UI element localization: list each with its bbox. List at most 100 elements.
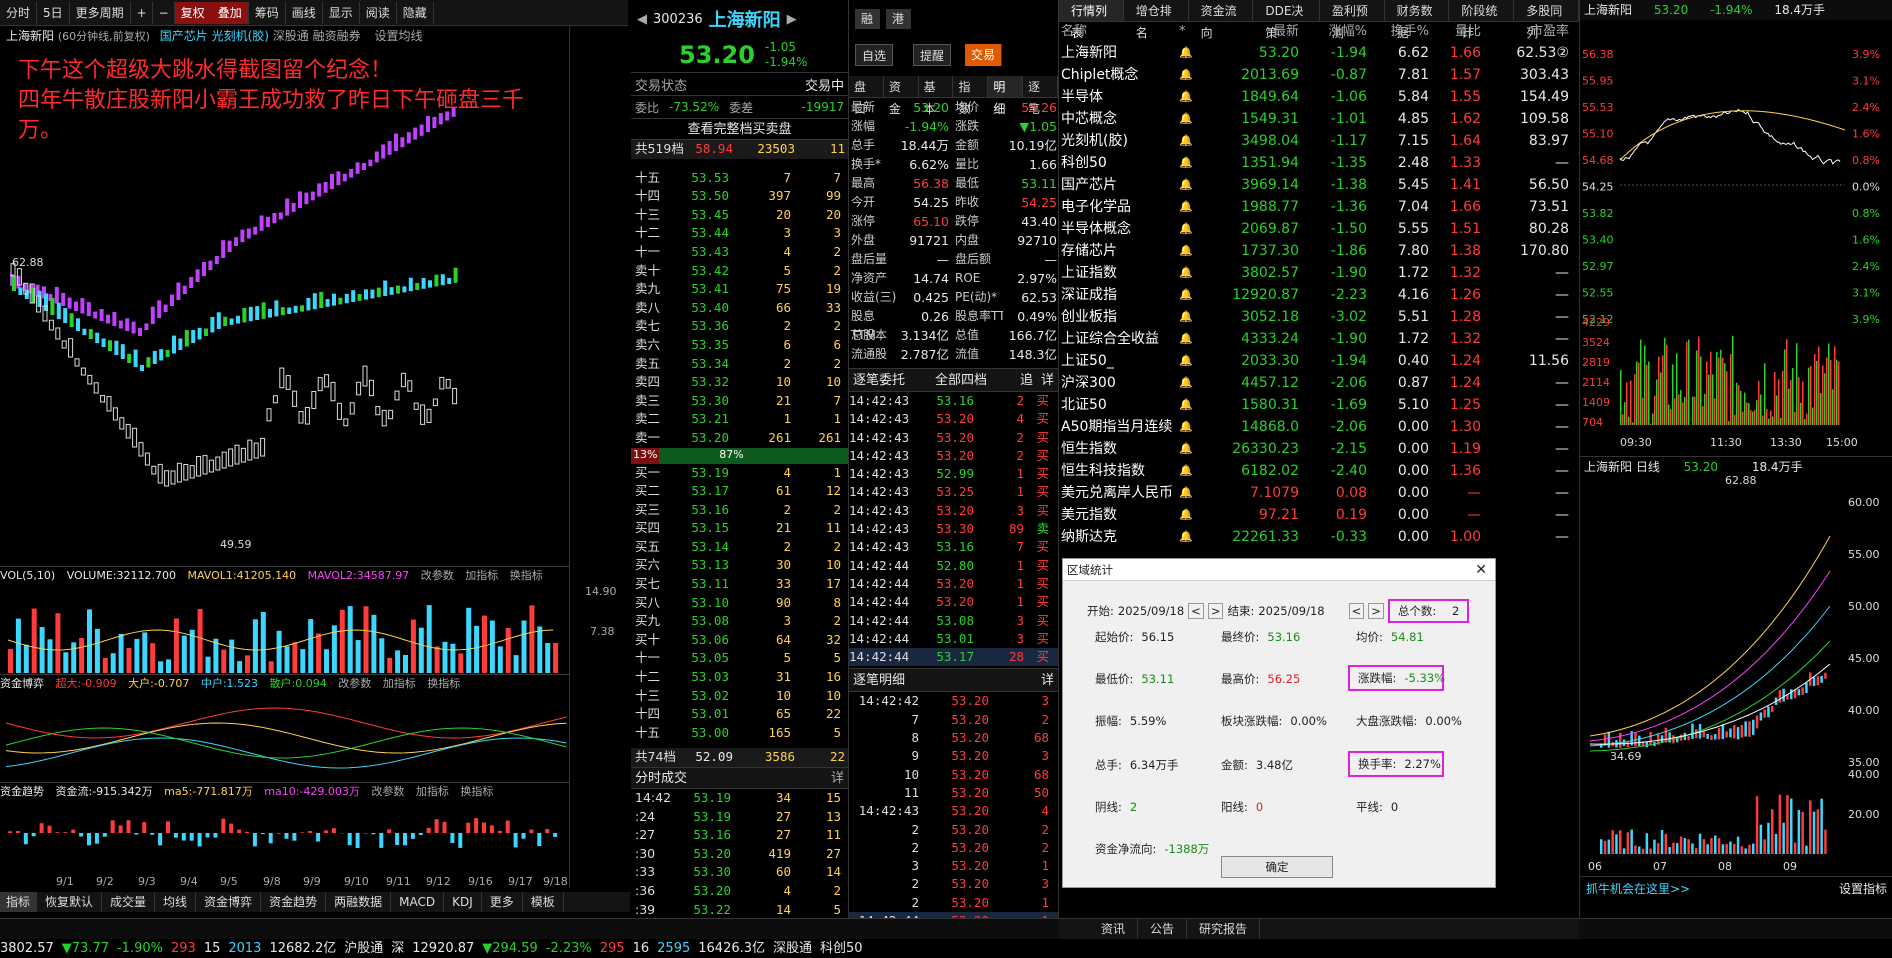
set-indicator-link[interactable]: 设置指标 [1839, 877, 1892, 900]
buy-level[interactable]: 买二53.176112 [631, 482, 848, 501]
zoom-in-button[interactable]: + [131, 2, 153, 24]
sell-level[interactable]: 卖七53.3622 [631, 317, 848, 336]
tab-intraday[interactable]: 分时 [0, 2, 37, 24]
sell-level[interactable]: 卖八53.406633 [631, 299, 848, 318]
list-row[interactable]: 光刻机(胶)🔔3498.04-1.177.151.6483.97 [1059, 130, 1579, 152]
trend-add-btn[interactable]: 加指标 [416, 785, 449, 798]
bell-icon[interactable]: 🔔 [1179, 284, 1219, 306]
sell-level[interactable]: 卖二53.2111 [631, 410, 848, 429]
fund-add-btn[interactable]: 加指标 [383, 677, 416, 690]
list-row[interactable]: 纳斯达克🔔22261.33-0.330.001.00— [1059, 526, 1579, 548]
margin-btn[interactable]: 融 [855, 9, 880, 29]
kline-svg[interactable]: 62.88 49.59 10.005.000.00-5.00-10.00-15.… [0, 46, 570, 566]
overlay-button[interactable]: 叠加 [212, 2, 249, 24]
list-row[interactable]: 上海新阳🔔53.20-1.946.621.6662.53② [1059, 42, 1579, 64]
indicator-tab[interactable]: 指标 [0, 892, 37, 912]
set-ma-button[interactable]: 设置均线 [374, 29, 422, 43]
list-row[interactable]: Chiplet概念🔔2013.69-0.877.811.57303.43 [1059, 64, 1579, 86]
bell-icon[interactable]: 🔔 [1179, 218, 1219, 240]
list-row[interactable]: 美元兑离岸人民币🔔7.10790.080.00—— [1059, 482, 1579, 504]
bell-icon[interactable]: 🔔 [1179, 130, 1219, 152]
start-prev-icon[interactable]: < [1188, 603, 1204, 619]
buy-level[interactable]: 买十53.066432 [631, 631, 848, 650]
hide-button[interactable]: 隐藏 [397, 2, 434, 24]
bell-icon[interactable]: 🔔 [1179, 372, 1219, 394]
bell-icon[interactable]: 🔔 [1179, 416, 1219, 438]
chip-button[interactable]: 筹码 [249, 2, 286, 24]
list-row[interactable]: 上证50_🔔2033.30-1.940.401.2411.56 [1059, 350, 1579, 372]
list-row[interactable]: 创业板指🔔3052.18-3.025.511.28— [1059, 306, 1579, 328]
trend-switch-btn[interactable]: 换指标 [460, 785, 493, 798]
sell-level[interactable]: 卖三53.30217 [631, 392, 848, 411]
sell-level[interactable]: 卖一53.20261261 [631, 429, 848, 448]
quote-tab[interactable]: 盘口 [849, 76, 884, 97]
bell-icon[interactable]: 🔔 [1179, 196, 1219, 218]
ok-button[interactable]: 确定 [1221, 856, 1333, 878]
list-row[interactable]: 恒生科技指数🔔6182.02-2.400.001.36— [1059, 460, 1579, 482]
bell-icon[interactable]: 🔔 [1179, 306, 1219, 328]
sell-level[interactable]: 卖九53.417519 [631, 280, 848, 299]
list-row[interactable]: 半导体概念🔔2069.87-1.505.551.5180.28 [1059, 218, 1579, 240]
bell-icon[interactable]: 🔔 [1179, 394, 1219, 416]
buy-level[interactable]: 买八53.10908 [631, 594, 848, 613]
trade-button[interactable]: 交易 [965, 44, 1002, 66]
list-tab[interactable]: 财务数据 [1385, 0, 1450, 21]
start-date[interactable]: 2025/09/18 [1118, 604, 1184, 618]
more-periods-button[interactable]: 更多周期 [70, 2, 131, 24]
intraday-mini-svg[interactable]: 56.3855.9555.5355.1054.6854.2553.8253.40… [1580, 20, 1892, 450]
list-tab[interactable]: 行情列表 [1059, 0, 1124, 21]
list-row[interactable]: 存储芯片🔔1737.30-1.867.801.38170.80 [1059, 240, 1579, 262]
list-tab[interactable]: DDE决策 [1253, 0, 1320, 21]
buy-level[interactable]: 买三53.1622 [631, 501, 848, 520]
buy-level[interactable]: 十一53.0555 [631, 649, 848, 668]
sell-level[interactable]: 卖五53.3422 [631, 355, 848, 374]
end-date[interactable]: 2025/09/18 [1258, 604, 1324, 618]
bell-icon[interactable]: 🔔 [1179, 350, 1219, 372]
bell-icon[interactable]: 🔔 [1179, 152, 1219, 174]
bell-icon[interactable]: 🔔 [1179, 438, 1219, 460]
quote-tab[interactable]: 资金 [884, 76, 919, 97]
vol-param-btn[interactable]: 改参数 [421, 569, 454, 582]
bell-icon[interactable]: 🔔 [1179, 328, 1219, 350]
buy-level[interactable]: 十五53.001655 [631, 724, 848, 743]
zb-detail-btn[interactable]: 详 [1041, 369, 1054, 391]
sell-level[interactable]: 十五53.5377 [631, 169, 848, 188]
list-row[interactable]: A50期指当月连续🔔14868.0-2.060.001.30— [1059, 416, 1579, 438]
buy-level[interactable]: 十三53.021010 [631, 687, 848, 706]
buy-level[interactable]: 买四53.152111 [631, 519, 848, 538]
sell-level[interactable]: 卖四53.321010 [631, 373, 848, 392]
mx-detail-btn[interactable]: 详 [1041, 669, 1054, 691]
buy-level[interactable]: 买五53.1422 [631, 538, 848, 557]
tag-margin[interactable]: 融资融券 [313, 29, 361, 43]
bottom-tab-right[interactable]: 研究报告 [1187, 919, 1260, 939]
sell-level[interactable]: 十三53.452020 [631, 206, 848, 225]
tab-5day[interactable]: 5日 [37, 2, 70, 24]
indicator-tab[interactable]: 更多 [482, 892, 523, 912]
trend-param-btn[interactable]: 改参数 [371, 785, 404, 798]
indicator-tab[interactable]: MACD [391, 892, 444, 912]
list-row[interactable]: 恒生指数🔔26330.23-2.150.001.19— [1059, 438, 1579, 460]
sell-level[interactable]: 卖十53.4252 [631, 262, 848, 281]
bell-icon[interactable]: 🔔 [1179, 262, 1219, 284]
indicator-tab[interactable]: 资金趋势 [261, 892, 326, 912]
bell-icon[interactable]: 🔔 [1179, 42, 1219, 64]
indicator-tab[interactable]: 均线 [155, 892, 196, 912]
ad-link[interactable]: 抓牛机会在这里>> [1586, 877, 1690, 900]
list-row[interactable]: 上证指数🔔3802.57-1.901.721.32— [1059, 262, 1579, 284]
list-row[interactable]: 上证综合全收益🔔4333.24-1.901.721.32— [1059, 328, 1579, 350]
indicator-tab[interactable]: 恢复默认 [37, 892, 102, 912]
list-tab[interactable]: 增仓排名 [1124, 0, 1189, 21]
zoom-out-button[interactable]: − [153, 2, 175, 24]
indicator-tab[interactable]: 资金博弈 [196, 892, 261, 912]
daily-mini-svg[interactable]: 60.0055.0050.0045.0040.0035.0040.0020.00… [1580, 476, 1892, 876]
bell-icon[interactable]: 🔔 [1179, 526, 1219, 548]
buy-level[interactable]: 买六53.133010 [631, 556, 848, 575]
indicator-tab[interactable]: KDJ [444, 892, 482, 912]
indicator-tab[interactable]: 模板 [523, 892, 564, 912]
list-row[interactable]: 北证50🔔1580.31-1.695.101.25— [1059, 394, 1579, 416]
quote-tab[interactable]: 明细 [988, 76, 1023, 97]
hk-btn[interactable]: 港 [886, 9, 911, 29]
list-row[interactable]: 科创50🔔1351.94-1.352.481.33— [1059, 152, 1579, 174]
sell-level[interactable]: 十四53.5039799 [631, 187, 848, 206]
draw-button[interactable]: 画线 [286, 2, 323, 24]
